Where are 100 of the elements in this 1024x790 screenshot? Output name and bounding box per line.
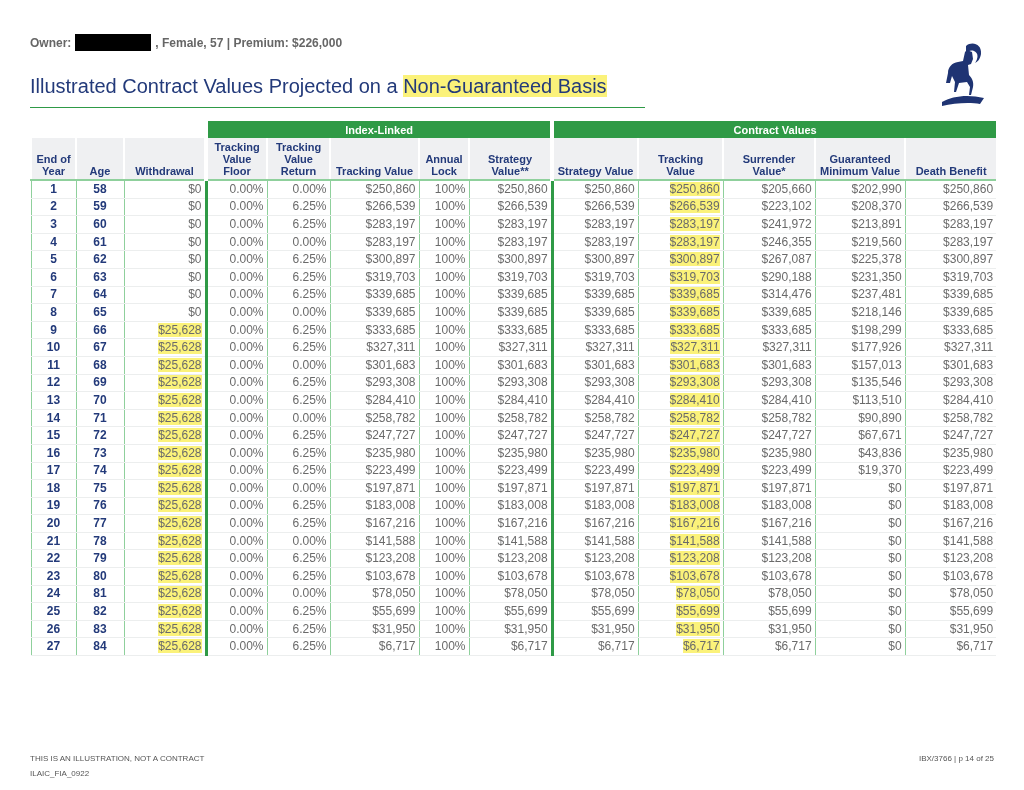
table-cell: $25,628 — [158, 480, 202, 495]
table-cell: $247,727 — [943, 428, 994, 443]
table-cell: $6,717 — [682, 639, 720, 654]
table-cell: 69 — [93, 375, 107, 390]
column-header: Tracking Value — [330, 138, 420, 180]
table-cell: 6.25% — [292, 287, 327, 302]
table-cell: $266,539 — [584, 199, 635, 214]
table-cell: $25,628 — [158, 568, 202, 583]
table-cell: 72 — [93, 428, 107, 443]
table-cell: $183,008 — [365, 498, 416, 513]
table-cell: $327,311 — [585, 340, 635, 355]
table-cell: $300,897 — [943, 252, 994, 267]
table-cell: 6.25% — [292, 621, 327, 636]
table-cell: $25,628 — [158, 463, 202, 478]
table-cell: $208,370 — [851, 199, 902, 214]
table-cell: 63 — [93, 269, 107, 284]
column-header: Tracking Value Floor — [206, 138, 268, 180]
table-cell: 59 — [93, 199, 107, 214]
table-cell: $167,216 — [584, 516, 635, 531]
table-cell: $258,782 — [943, 410, 994, 425]
table-cell: $327,311 — [762, 340, 812, 355]
table-cell: $0 — [188, 269, 202, 284]
table-cell: 100% — [434, 410, 466, 425]
table-cell: 6.25% — [292, 375, 327, 390]
table-cell: $283,197 — [943, 217, 994, 231]
table-cell: $25,628 — [158, 445, 202, 460]
table-cell: 81 — [93, 586, 107, 601]
table-cell: $246,355 — [761, 234, 812, 249]
table-cell: $319,703 — [497, 269, 548, 284]
table-cell: 6.25% — [292, 463, 327, 478]
table-cell: $283,197 — [365, 217, 416, 231]
table-cell: $339,685 — [497, 304, 548, 319]
table-cell: $258,782 — [365, 410, 416, 425]
table-cell: 100% — [434, 621, 466, 636]
table-cell: $339,685 — [669, 304, 720, 319]
table-cell: 100% — [434, 604, 466, 619]
table-cell: 12 — [46, 375, 61, 390]
table-cell: 100% — [434, 428, 466, 443]
table-cell: 66 — [93, 322, 107, 337]
table-cell: 0.00% — [292, 586, 327, 601]
table-cell: $235,980 — [584, 445, 635, 460]
table-cell: $339,685 — [365, 287, 416, 302]
table-cell: 80 — [93, 568, 107, 583]
table-cell: 0.00% — [292, 181, 327, 196]
table-cell: $283,197 — [943, 234, 994, 249]
table-cell: 15 — [46, 428, 61, 443]
table-cell: 100% — [434, 181, 466, 196]
table-cell: $78,050 — [372, 586, 416, 601]
table-cell: $300,897 — [365, 252, 416, 267]
table-cell: $327,311 — [498, 340, 548, 355]
table-cell: 84 — [93, 639, 107, 654]
column-header: End of Year — [31, 138, 76, 180]
table-cell: $25,628 — [158, 604, 202, 619]
table-cell: 100% — [434, 480, 466, 495]
table-cell: 6 — [50, 269, 57, 284]
table-cell: 19 — [46, 498, 61, 513]
table-cell: $333,685 — [584, 322, 635, 337]
table-cell: 0.00% — [229, 445, 264, 460]
table-cell: $43,836 — [858, 445, 902, 460]
table-cell: $339,685 — [761, 304, 812, 319]
table-cell: 62 — [93, 252, 107, 267]
group-header: Contract Values — [552, 121, 997, 138]
table-cell: 6.25% — [292, 428, 327, 443]
table-cell: $25,628 — [158, 322, 202, 337]
table-cell: $213,891 — [851, 217, 902, 231]
table-cell: $55,699 — [676, 604, 720, 619]
table-cell: $123,208 — [584, 551, 635, 566]
table-cell: 6.25% — [292, 199, 327, 214]
table-cell: 0.00% — [229, 604, 264, 619]
column-header: Withdrawal — [124, 138, 207, 180]
table-cell: $266,539 — [365, 199, 416, 214]
table-cell: $25,628 — [158, 375, 202, 390]
table-cell: $183,008 — [669, 498, 720, 513]
table-cell: $0 — [888, 639, 902, 654]
owner-label: Owner: — [30, 35, 72, 50]
table-cell: 14 — [46, 410, 61, 425]
table-cell: 0.00% — [229, 304, 264, 319]
table-cell: 6.25% — [292, 568, 327, 583]
table-cell: 16 — [46, 445, 61, 460]
table-cell: $167,216 — [497, 516, 548, 531]
table-cell: 6.25% — [292, 269, 327, 284]
table-cell: $6,717 — [597, 639, 635, 654]
table-cell: 0.00% — [229, 480, 264, 495]
table-cell: 100% — [434, 392, 466, 407]
table-cell: $293,308 — [497, 375, 548, 390]
table-cell: $235,980 — [943, 445, 994, 460]
table-cell: $333,685 — [365, 322, 416, 337]
table-cell: $141,588 — [497, 533, 548, 548]
table-cell: 0.00% — [229, 428, 264, 443]
table-cell: $241,972 — [761, 217, 812, 231]
owner-details: , Female, 57 | Premium: $226,000 — [155, 35, 343, 50]
table-cell: 100% — [434, 375, 466, 390]
table-cell: $157,013 — [851, 357, 902, 372]
table-cell: $319,703 — [943, 269, 994, 284]
table-cell: $6,717 — [774, 639, 812, 654]
table-cell: $31,950 — [768, 621, 812, 636]
table-cell: $103,678 — [497, 568, 548, 583]
table-cell: $78,050 — [676, 586, 720, 601]
table-cell: 83 — [93, 621, 107, 636]
table-cell: 0.00% — [229, 357, 264, 372]
